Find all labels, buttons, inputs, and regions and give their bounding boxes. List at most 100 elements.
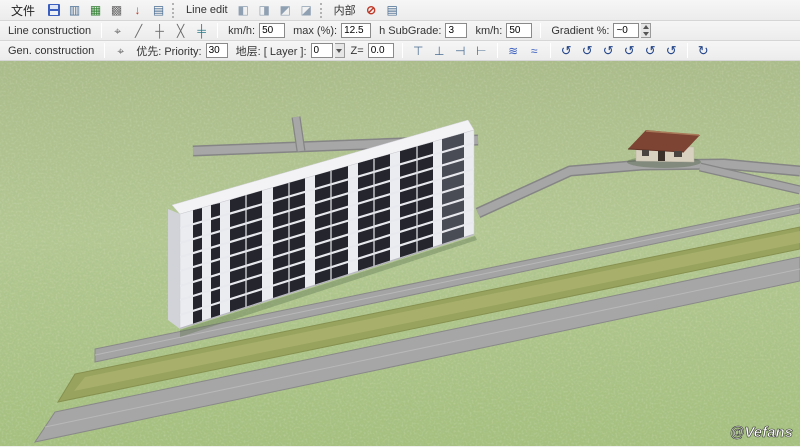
- edit-tool-4-icon: ◪: [300, 4, 311, 16]
- segment-tool-button[interactable]: ╪: [192, 22, 211, 39]
- rotate-tool-6-button[interactable]: ↺: [662, 42, 681, 59]
- speed2-label: km/h:: [475, 25, 502, 37]
- scene-canvas[interactable]: @Vefans: [0, 61, 800, 446]
- junction-icon: ╳: [177, 25, 184, 37]
- toolbar-drag-handle[interactable]: [320, 3, 323, 18]
- speed2-input[interactable]: [506, 23, 532, 38]
- gradient-spinner[interactable]: [641, 23, 651, 38]
- layer-dropdown-button[interactable]: [335, 43, 345, 58]
- edit-tool-4-button[interactable]: ◪: [297, 2, 316, 19]
- print-icon: ▩: [111, 4, 122, 16]
- spinner-up-icon[interactable]: [643, 25, 649, 29]
- edit-tool-1-icon: ◧: [237, 4, 248, 16]
- file-menu[interactable]: 文件: [4, 0, 42, 21]
- menu-toolbar: 文件 ▥ ▦ ▩ ↓ ▤ Line edit ◧ ◨ ◩ ◪ 内部 ⊘ ▤: [0, 0, 800, 21]
- list-button[interactable]: ▤: [149, 2, 168, 19]
- rotate-tool-4-button[interactable]: ↺: [620, 42, 639, 59]
- cross-tool-button[interactable]: ┼: [150, 22, 169, 39]
- edit-tool-2-icon: ◨: [258, 4, 269, 16]
- grid-icon: ▦: [90, 4, 101, 16]
- rotate-ccw-icon: ↺: [582, 44, 593, 57]
- rotate-cw-button[interactable]: ↻: [694, 42, 713, 59]
- separator: [550, 43, 551, 58]
- max-percent-input[interactable]: [341, 23, 371, 38]
- cross-icon: ┼: [155, 25, 164, 37]
- select-tool-button[interactable]: ⌖: [111, 42, 130, 59]
- align-bottom-button[interactable]: ⊥: [430, 42, 449, 59]
- rotate-ccw-icon: ↺: [645, 44, 656, 57]
- internal-label: 内部: [330, 2, 360, 18]
- gradient-label: Gradient %:: [551, 25, 609, 37]
- gen-construction-label: Gen. construction: [4, 45, 98, 57]
- wave-icon: ≋: [508, 45, 518, 57]
- rotate-ccw-icon: ↺: [603, 44, 614, 57]
- pointer-tool-button[interactable]: ⌖: [108, 22, 127, 39]
- layer-input[interactable]: [311, 43, 333, 58]
- toolbar-drag-handle[interactable]: [172, 3, 175, 18]
- separator: [101, 23, 102, 38]
- spinner-down-icon[interactable]: [643, 32, 649, 36]
- export-button[interactable]: ↓: [128, 2, 147, 19]
- block-button[interactable]: ⊘: [362, 2, 381, 19]
- subgrade-input[interactable]: [445, 23, 467, 38]
- export-down-icon: ↓: [135, 4, 141, 16]
- align-bottom-icon: ⊥: [434, 45, 444, 57]
- line-construction-toolbar: Line construction ⌖ ╱ ┼ ╳ ╪ km/h: max (%…: [0, 21, 800, 41]
- align-right-icon: ⊢: [476, 45, 486, 57]
- align-top-button[interactable]: ⊤: [409, 42, 428, 59]
- rotate-tool-5-button[interactable]: ↺: [641, 42, 660, 59]
- speed-label: km/h:: [228, 25, 255, 37]
- line-edit-label: Line edit: [182, 4, 232, 16]
- flatten-tool-button[interactable]: ≈: [525, 42, 544, 59]
- house-window: [674, 151, 682, 157]
- print-button[interactable]: ▩: [107, 2, 126, 19]
- house-window: [642, 150, 649, 156]
- page-button[interactable]: ▥: [65, 2, 84, 19]
- z-input[interactable]: [368, 43, 394, 58]
- edit-tool-1-button[interactable]: ◧: [234, 2, 253, 19]
- align-right-button[interactable]: ⊢: [472, 42, 491, 59]
- line-tool-button[interactable]: ╱: [129, 22, 148, 39]
- page-icon: ▥: [69, 4, 80, 16]
- align-left-button[interactable]: ⊣: [451, 42, 470, 59]
- separator: [104, 43, 105, 58]
- log-button[interactable]: ▤: [383, 2, 402, 19]
- log-icon: ▤: [386, 4, 397, 16]
- align-left-icon: ⊣: [455, 45, 465, 57]
- smooth-tool-button[interactable]: ≋: [504, 42, 523, 59]
- align-top-icon: ⊤: [413, 45, 423, 57]
- viewport-3d[interactable]: @Vefans: [0, 61, 800, 446]
- wave-flat-icon: ≈: [531, 45, 538, 57]
- save-button[interactable]: [44, 2, 63, 19]
- gradient-input[interactable]: [613, 23, 639, 38]
- rotate-ccw-icon: ↺: [624, 44, 635, 57]
- separator: [687, 43, 688, 58]
- priority-input[interactable]: [206, 43, 228, 58]
- rotate-ccw-icon: ↺: [561, 44, 572, 57]
- edit-tool-3-icon: ◩: [279, 4, 290, 16]
- subgrade-label: h SubGrade:: [379, 25, 441, 37]
- speed-input[interactable]: [259, 23, 285, 38]
- watermark: @Vefans: [730, 424, 793, 441]
- separator: [217, 23, 218, 38]
- list-icon: ▤: [153, 4, 164, 16]
- save-icon: [48, 4, 60, 16]
- rotate-ccw-icon: ↺: [666, 44, 677, 57]
- grid-button[interactable]: ▦: [86, 2, 105, 19]
- building-end-wall: [168, 209, 180, 329]
- block-icon: ⊘: [366, 4, 376, 16]
- rotate-tool-1-button[interactable]: ↺: [557, 42, 576, 59]
- z-label: Z=: [351, 45, 364, 57]
- layer-label: 地层: [ Layer ]:: [236, 43, 307, 59]
- rotate-tool-2-button[interactable]: ↺: [578, 42, 597, 59]
- priority-label: 优先: Priority:: [136, 43, 201, 59]
- rotate-tool-3-button[interactable]: ↺: [599, 42, 618, 59]
- separator: [402, 43, 403, 58]
- max-percent-label: max (%):: [293, 25, 337, 37]
- edit-tool-2-button[interactable]: ◨: [255, 2, 274, 19]
- chevron-down-icon: [336, 49, 342, 53]
- line-icon: ╱: [135, 25, 142, 37]
- junction-tool-button[interactable]: ╳: [171, 22, 190, 39]
- line-construction-label: Line construction: [4, 25, 95, 37]
- edit-tool-3-button[interactable]: ◩: [276, 2, 295, 19]
